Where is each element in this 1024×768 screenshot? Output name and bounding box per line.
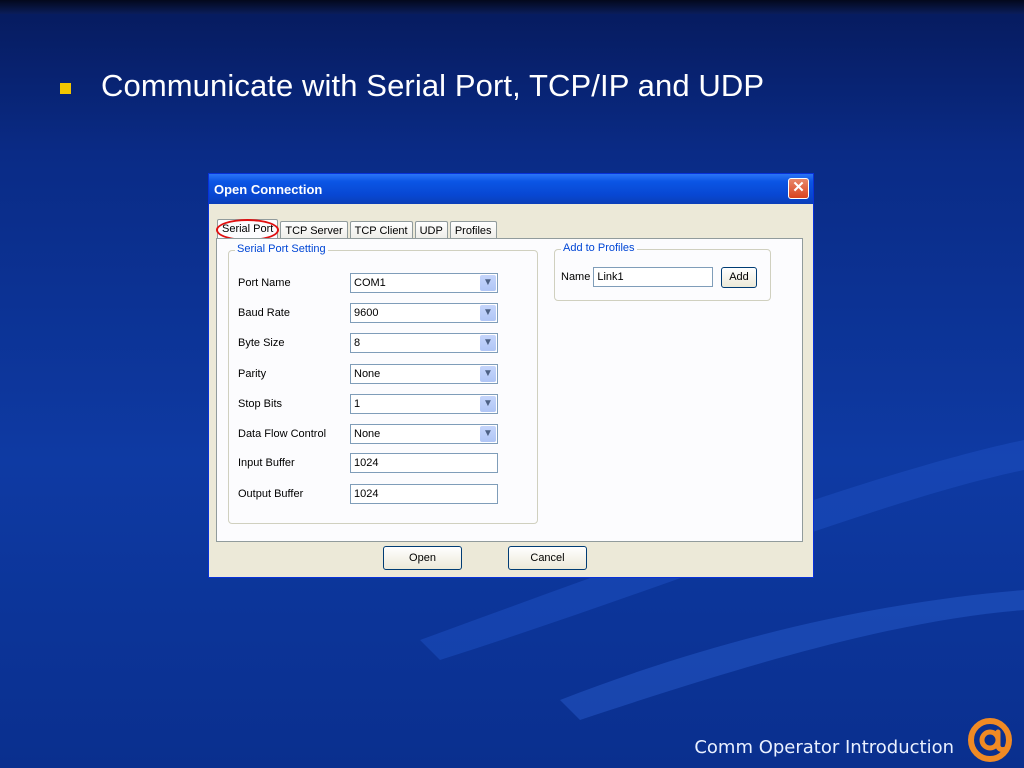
port-name-value: COM1 — [354, 277, 386, 289]
bullet-line: Communicate with Serial Port, TCP/IP and… — [60, 68, 764, 104]
chevron-down-icon[interactable]: ▼ — [480, 275, 496, 291]
output-buffer-field[interactable]: 1024 — [350, 484, 498, 504]
byte-size-value: 8 — [354, 337, 361, 349]
bullet-marker — [60, 82, 71, 94]
slide-top-bar — [0, 0, 1024, 14]
profile-name-label: Name — [561, 271, 591, 283]
cancel-button[interactable]: Cancel — [508, 546, 587, 570]
stop-bits-row: Stop Bits 1 ▼ — [238, 394, 498, 414]
bullet-text: Communicate with Serial Port, TCP/IP and… — [101, 68, 765, 103]
dialog-title: Open Connection — [214, 182, 323, 197]
baud-rate-value: 9600 — [354, 307, 379, 319]
tab-strip: Serial Port TCP Server TCP Client UDP Pr… — [216, 219, 499, 241]
baud-rate-select[interactable]: 9600 ▼ — [350, 303, 498, 323]
add-to-profiles-group: Add to Profiles Name Link1 Add — [554, 242, 771, 301]
serial-port-setting-group: Serial Port Setting Port Name COM1 ▼ Bau… — [228, 243, 538, 524]
byte-size-select[interactable]: 8 ▼ — [350, 333, 498, 353]
output-buffer-label: Output Buffer — [238, 488, 304, 500]
serial-port-panel: Serial Port Setting Port Name COM1 ▼ Bau… — [216, 238, 803, 542]
port-name-select[interactable]: COM1 ▼ — [350, 273, 498, 293]
open-button-label: Open — [409, 552, 436, 564]
data-flow-control-value: None — [354, 428, 381, 440]
stop-bits-value: 1 — [354, 398, 361, 410]
open-connection-dialog: Open Connection ✕ Serial Port TCP Server… — [208, 173, 814, 578]
profile-name-field[interactable]: Link1 — [593, 267, 714, 287]
port-name-label: Port Name — [238, 277, 291, 289]
chevron-down-icon[interactable]: ▼ — [480, 305, 496, 321]
stop-bits-label: Stop Bits — [238, 398, 283, 410]
group-title: Add to Profiles — [561, 242, 637, 254]
chevron-down-icon[interactable]: ▼ — [480, 426, 496, 442]
parity-value: None — [354, 368, 381, 380]
input-buffer-label: Input Buffer — [238, 457, 295, 469]
chevron-down-icon[interactable]: ▼ — [480, 366, 496, 382]
parity-select[interactable]: None ▼ — [350, 364, 498, 384]
cancel-button-label: Cancel — [530, 552, 565, 564]
input-buffer-field[interactable]: 1024 — [350, 453, 498, 473]
data-flow-control-label: Data Flow Control — [238, 428, 327, 440]
baud-rate-label: Baud Rate — [238, 307, 290, 319]
tab-serial-port[interactable]: Serial Port — [216, 219, 280, 241]
byte-size-label: Byte Size — [238, 337, 285, 349]
data-flow-control-select[interactable]: None ▼ — [350, 424, 498, 444]
open-button[interactable]: Open — [383, 546, 462, 570]
chevron-down-icon[interactable]: ▼ — [480, 335, 496, 351]
add-button[interactable]: Add — [721, 267, 757, 288]
byte-size-row: Byte Size 8 ▼ — [238, 333, 498, 353]
group-title: Serial Port Setting — [235, 243, 328, 255]
port-name-row: Port Name COM1 ▼ — [238, 273, 498, 293]
chevron-down-icon[interactable]: ▼ — [480, 396, 496, 412]
input-buffer-row: Input Buffer 1024 — [238, 453, 498, 473]
profile-name-row: Name Link1 — [561, 267, 714, 287]
data-flow-control-row: Data Flow Control None ▼ — [238, 424, 498, 444]
at-sign-logo-icon — [968, 718, 1012, 762]
parity-label: Parity — [238, 368, 267, 380]
baud-rate-row: Baud Rate 9600 ▼ — [238, 303, 498, 323]
output-buffer-row: Output Buffer 1024 — [238, 484, 498, 504]
close-button[interactable]: ✕ — [788, 178, 809, 199]
footer-text: Comm Operator Introduction — [694, 737, 954, 758]
stop-bits-select[interactable]: 1 ▼ — [350, 394, 498, 414]
parity-row: Parity None ▼ — [238, 364, 498, 384]
dialog-titlebar[interactable]: Open Connection ✕ — [209, 174, 813, 204]
